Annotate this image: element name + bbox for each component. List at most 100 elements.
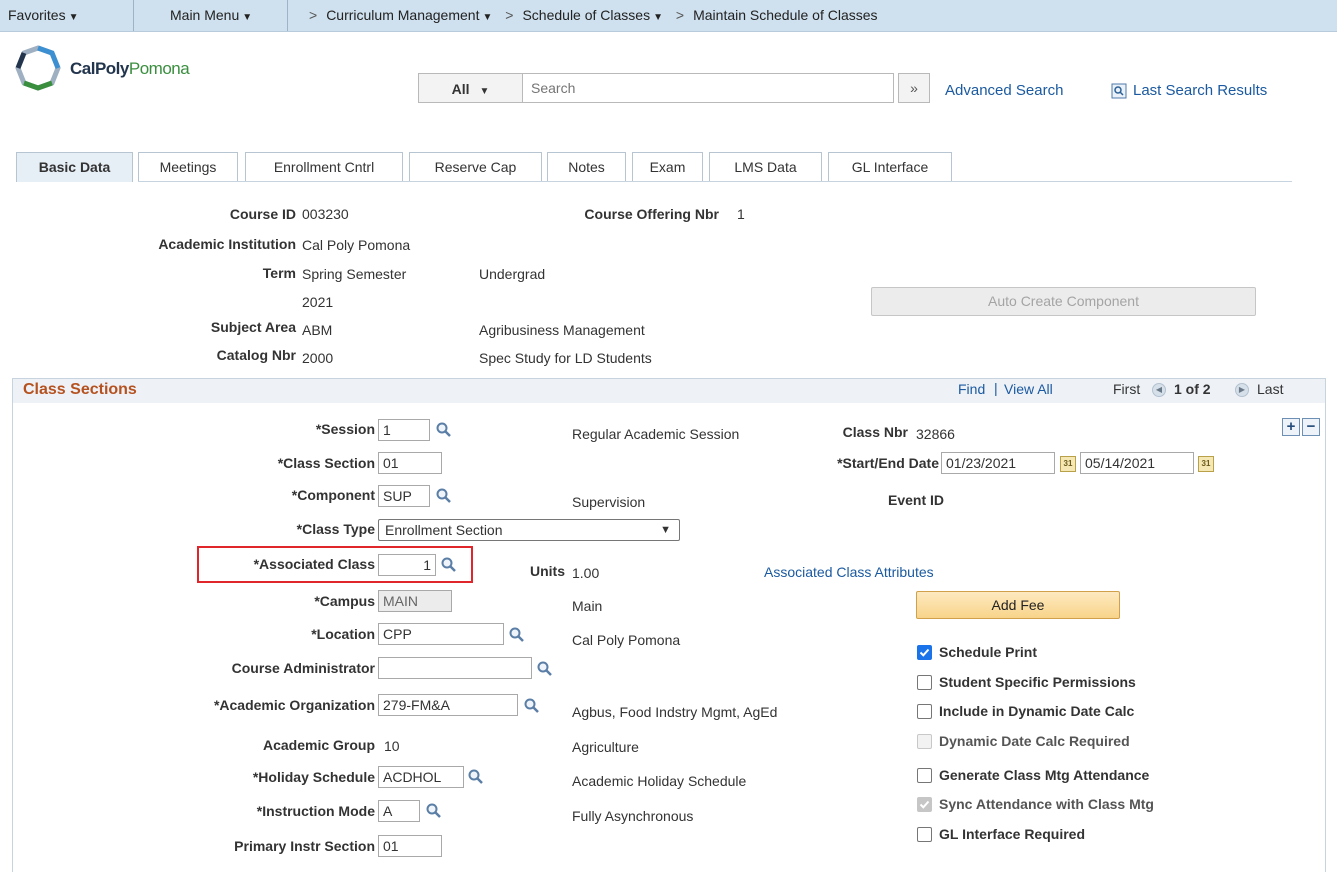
primary-instr-section-input[interactable]: 01 bbox=[378, 835, 442, 857]
end-date-input[interactable]: 05/14/2021 bbox=[1080, 452, 1194, 474]
academic-organization-desc: Agbus, Food Indstry Mgmt, AgEd bbox=[572, 704, 778, 720]
checkbox-schedule-print[interactable] bbox=[917, 645, 932, 660]
catalog-nbr-value: 2000 bbox=[302, 350, 334, 366]
catalog-nbr-label: Catalog Nbr bbox=[216, 347, 296, 363]
checkbox-student-specific-permissions[interactable] bbox=[917, 675, 932, 690]
location-input[interactable]: CPP bbox=[378, 623, 504, 645]
breadcrumb-separator-icon: > bbox=[309, 7, 318, 23]
class-type-value: Enrollment Section bbox=[385, 522, 503, 538]
session-lookup-icon[interactable] bbox=[435, 421, 453, 439]
checkbox-label: Schedule Print bbox=[939, 644, 1038, 660]
associated-class-lookup-icon[interactable] bbox=[440, 556, 458, 574]
tab-exam[interactable]: Exam bbox=[632, 152, 703, 182]
class-nbr-value: 32866 bbox=[916, 426, 955, 442]
previous-row-icon[interactable]: ◀ bbox=[1152, 383, 1166, 397]
session-input[interactable]: 1 bbox=[378, 419, 430, 441]
main-menu[interactable]: Main Menu ▼ bbox=[170, 7, 252, 23]
tab-gl-interface[interactable]: GL Interface bbox=[828, 152, 952, 182]
logo-text-pomona: Pomona bbox=[128, 59, 190, 78]
start-end-date-label: *Start/End Date bbox=[837, 455, 939, 471]
campus-input: MAIN bbox=[378, 590, 452, 612]
search-input[interactable] bbox=[522, 73, 894, 103]
cpp-logo-text[interactable]: CalPolyPomona bbox=[70, 59, 190, 79]
end-date-calendar-icon[interactable]: 31 bbox=[1198, 456, 1214, 472]
course-offering-label: Course Offering Nbr bbox=[584, 206, 719, 222]
delete-row-button[interactable]: − bbox=[1302, 418, 1320, 436]
breadcrumb-schedule-of-classes[interactable]: Schedule of Classes ▼ bbox=[522, 7, 663, 23]
search-category-select[interactable]: All ▼ bbox=[418, 73, 522, 103]
course-id-value: 003230 bbox=[302, 206, 349, 222]
session-desc: Regular Academic Session bbox=[572, 426, 740, 442]
add-fee-button[interactable]: Add Fee bbox=[916, 591, 1120, 619]
start-date-input[interactable]: 01/23/2021 bbox=[941, 452, 1055, 474]
checkbox-include-in-dynamic-date-calc[interactable] bbox=[917, 704, 932, 719]
start-date-calendar-icon[interactable]: 31 bbox=[1060, 456, 1076, 472]
checkbox-label: Dynamic Date Calc Required bbox=[939, 733, 1130, 749]
class-type-label: *Class Type bbox=[296, 521, 375, 537]
academic-organization-input[interactable]: 279-FM&A bbox=[378, 694, 518, 716]
view-all-link[interactable]: View All bbox=[1004, 381, 1053, 397]
chevron-down-icon: ▼ bbox=[660, 524, 671, 536]
component-label: *Component bbox=[291, 487, 375, 503]
favorites-menu[interactable]: Favorites ▼ bbox=[8, 7, 78, 23]
class-section-input[interactable]: 01 bbox=[378, 452, 442, 474]
academic-organization-label: *Academic Organization bbox=[213, 697, 375, 713]
instruction-mode-desc: Fully Asynchronous bbox=[572, 808, 694, 824]
component-lookup-icon[interactable] bbox=[435, 487, 453, 505]
subject-area-desc: Agribusiness Management bbox=[479, 322, 645, 338]
associated-class-attributes-link[interactable]: Associated Class Attributes bbox=[764, 564, 934, 580]
academic-institution-label: Academic Institution bbox=[158, 236, 296, 252]
instruction-mode-lookup-icon[interactable] bbox=[425, 802, 443, 820]
units-label: Units bbox=[530, 563, 565, 579]
course-administrator-label: Course Administrator bbox=[231, 660, 375, 676]
tab-lms-data[interactable]: LMS Data bbox=[709, 152, 822, 182]
checkbox-label: GL Interface Required bbox=[939, 826, 1086, 842]
location-desc: Cal Poly Pomona bbox=[572, 632, 681, 648]
tab-notes[interactable]: Notes bbox=[547, 152, 626, 182]
component-input[interactable]: SUP bbox=[378, 485, 430, 507]
favorites-label: Favorites bbox=[8, 7, 66, 23]
tab-enrollment-cntrl[interactable]: Enrollment Cntrl bbox=[245, 152, 403, 182]
next-row-icon[interactable]: ▶ bbox=[1235, 383, 1249, 397]
holiday-schedule-input[interactable]: ACDHOL bbox=[378, 766, 464, 788]
class-section-label: *Class Section bbox=[277, 455, 375, 471]
advanced-search-link[interactable]: Advanced Search bbox=[945, 82, 1063, 99]
tab-meetings[interactable]: Meetings bbox=[138, 152, 238, 182]
tab-reserve-cap[interactable]: Reserve Cap bbox=[409, 152, 542, 182]
tab-basic-data[interactable]: Basic Data bbox=[16, 152, 133, 182]
instruction-mode-input[interactable]: A bbox=[378, 800, 420, 822]
location-lookup-icon[interactable] bbox=[508, 626, 526, 644]
search-go-button[interactable]: » bbox=[898, 73, 930, 103]
associated-class-input[interactable]: 1 bbox=[378, 554, 436, 576]
top-nav-bar: Favorites ▼ Main Menu ▼ > Curriculum Manage… bbox=[0, 0, 1337, 32]
associated-class-label: *Associated Class bbox=[253, 556, 375, 572]
academic-group-label: Academic Group bbox=[262, 737, 375, 753]
checkbox-gl-interface-required[interactable] bbox=[917, 827, 932, 842]
course-administrator-input[interactable] bbox=[378, 657, 532, 679]
term-year-value: 2021 bbox=[302, 294, 334, 310]
term-label: Term bbox=[262, 265, 296, 281]
term-value: Spring Semester bbox=[302, 266, 407, 282]
holiday-schedule-lookup-icon[interactable] bbox=[467, 768, 485, 786]
breadcrumb-maintain-schedule[interactable]: Maintain Schedule of Classes bbox=[693, 7, 877, 23]
link-divider: | bbox=[994, 380, 998, 396]
last-label: Last bbox=[1257, 381, 1284, 397]
checkbox-generate-class-mtg-attendance[interactable] bbox=[917, 768, 932, 783]
subject-area-value: ABM bbox=[302, 322, 333, 338]
nav-divider bbox=[133, 0, 134, 31]
find-link[interactable]: Find bbox=[958, 381, 985, 397]
event-id-label: Event ID bbox=[887, 492, 944, 508]
academic-organization-lookup-icon[interactable] bbox=[523, 697, 541, 715]
caret-down-icon: ▼ bbox=[482, 12, 493, 23]
checkbox-dynamic-date-calc-required bbox=[917, 734, 932, 749]
course-administrator-lookup-icon[interactable] bbox=[536, 660, 554, 678]
add-row-button[interactable]: + bbox=[1282, 418, 1300, 436]
caret-down-icon: ▼ bbox=[68, 12, 79, 23]
class-type-select[interactable]: Enrollment Section ▼ bbox=[378, 519, 680, 541]
breadcrumb-curriculum-management[interactable]: Curriculum Management ▼ bbox=[326, 7, 492, 23]
row-count: 1 of 2 bbox=[1174, 381, 1211, 397]
auto-create-component-button[interactable]: Auto Create Component bbox=[871, 287, 1256, 316]
instruction-mode-label: *Instruction Mode bbox=[256, 803, 375, 819]
last-search-results-link[interactable]: Last Search Results bbox=[1133, 82, 1267, 99]
breadcrumb-label: Curriculum Management bbox=[326, 7, 480, 23]
